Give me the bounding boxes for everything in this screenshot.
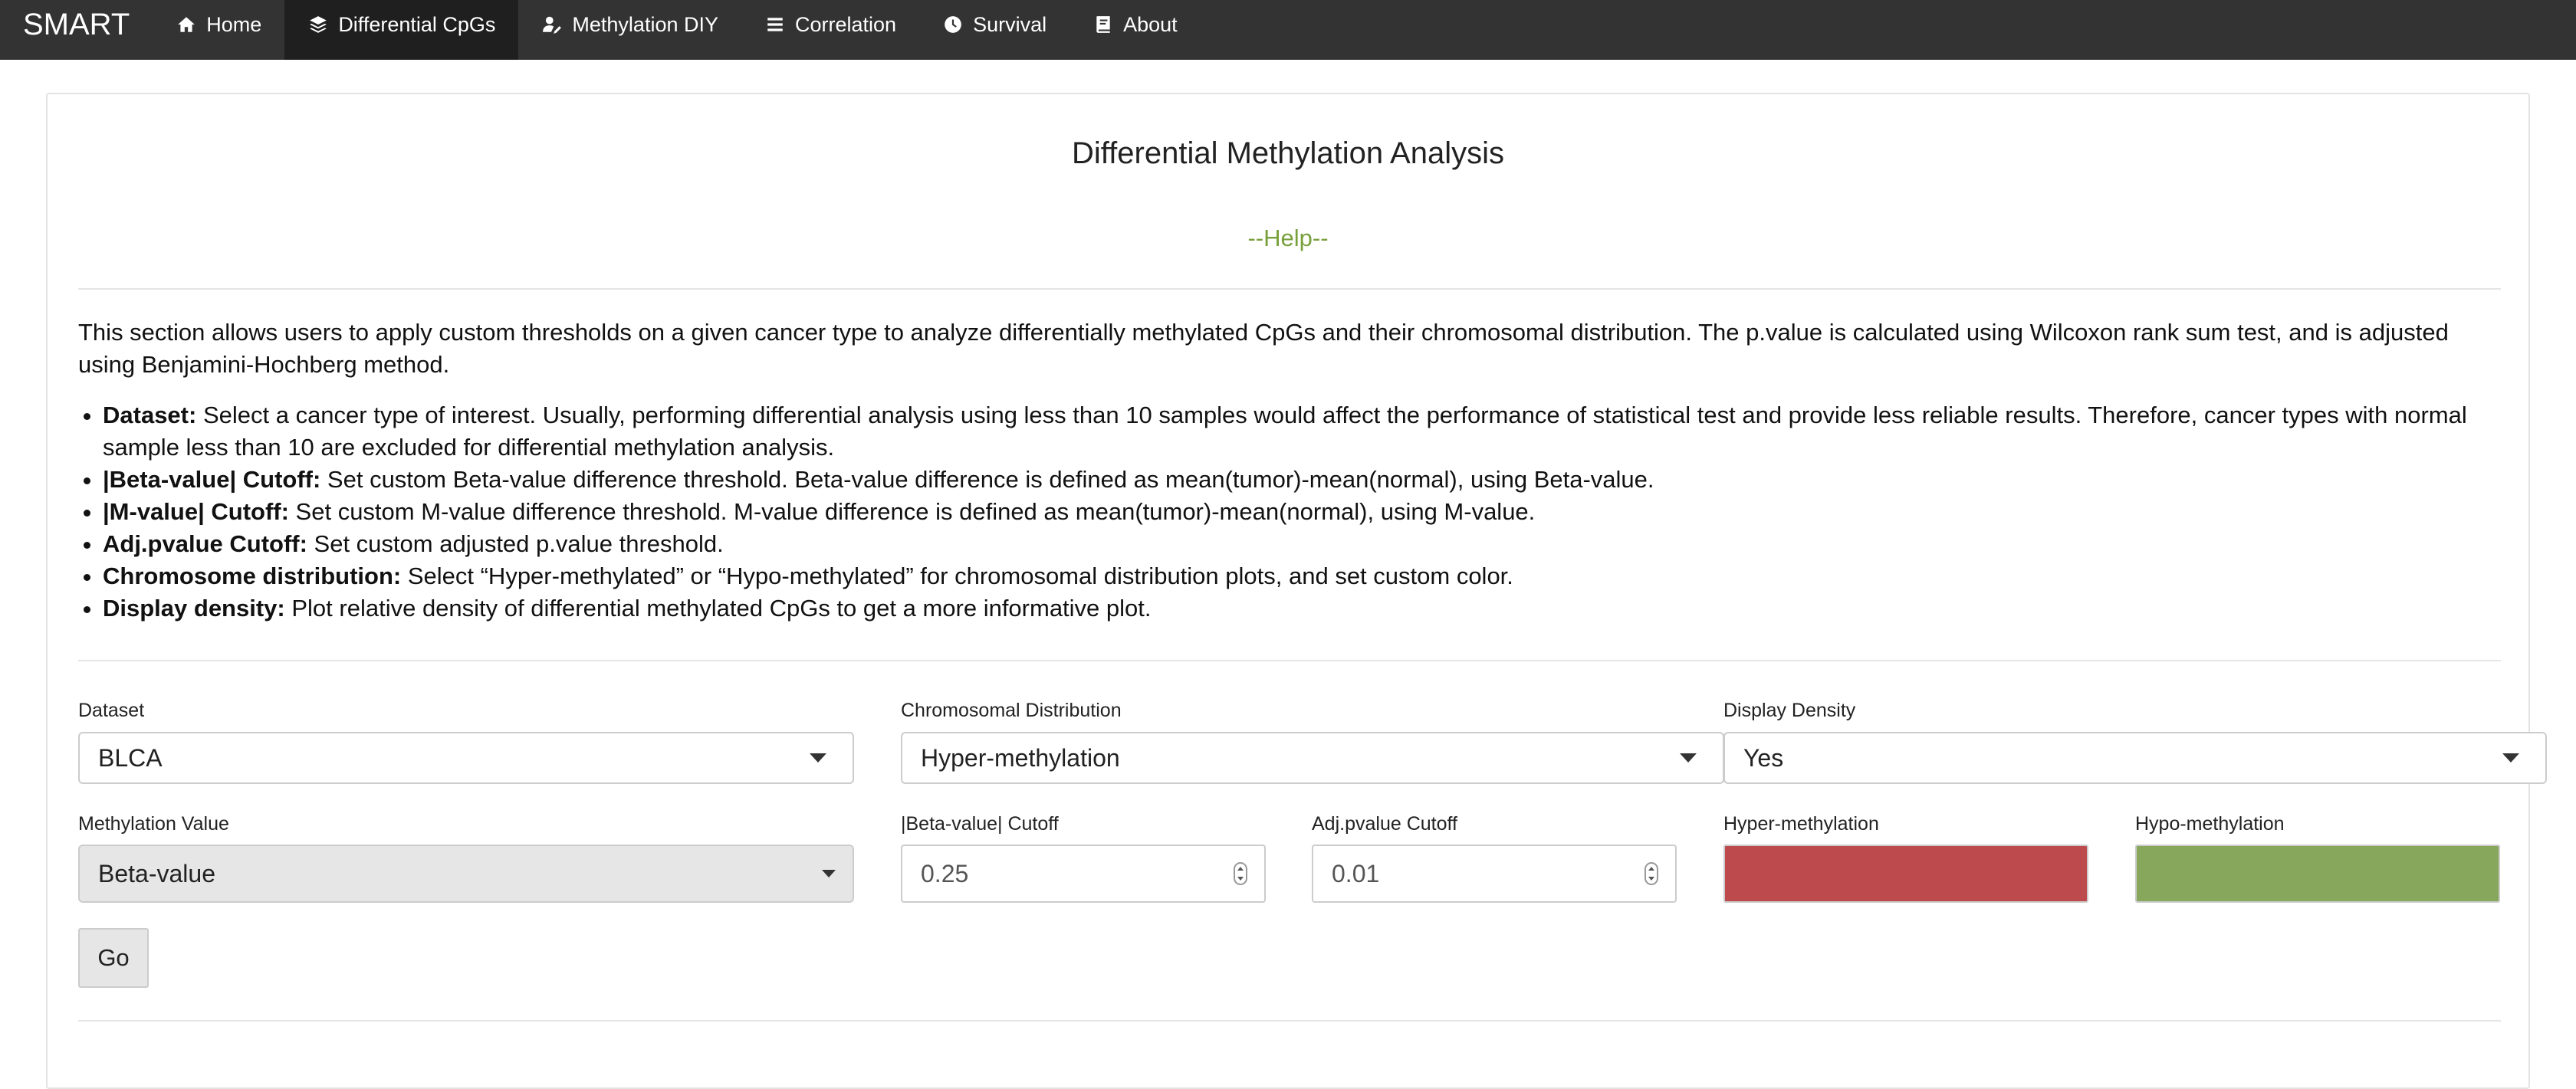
chromosomal-distribution-select[interactable]: Hyper-methylation <box>901 732 1724 784</box>
list-item: Chromosome distribution: Select “Hyper-m… <box>103 560 2501 592</box>
chevron-down-icon <box>810 753 826 763</box>
list-item: |Beta-value| Cutoff: Set custom Beta-val… <box>103 464 2501 496</box>
clock-icon <box>942 14 964 35</box>
nav-item-label: Home <box>206 12 262 36</box>
nav-item-label: About <box>1123 12 1178 36</box>
bullet-term: |M-value| Cutoff: <box>103 498 289 525</box>
divider <box>78 288 2501 290</box>
help-toggle[interactable]: --Help-- <box>48 225 2528 252</box>
list-icon <box>764 14 786 35</box>
beta-cutoff-label: |Beta-value| Cutoff <box>901 813 1059 835</box>
methylation-value-value: Beta-value <box>98 859 215 887</box>
bullet-term: Adj.pvalue Cutoff: <box>103 530 307 557</box>
display-density-label: Display Density <box>1723 700 1856 721</box>
list-item: Dataset: Select a cancer type of interes… <box>103 399 2501 464</box>
nav-item-label: Correlation <box>795 12 897 36</box>
stepper-up-icon[interactable] <box>1648 867 1654 871</box>
bullet-term: Dataset: <box>103 402 197 428</box>
stepper-up-icon[interactable] <box>1237 867 1244 871</box>
methylation-value-select[interactable]: Beta-value <box>78 845 854 903</box>
nav-item-label: Differential CpGs <box>338 12 496 36</box>
number-stepper[interactable] <box>1644 862 1658 885</box>
bullet-text: Set custom Beta-value difference thresho… <box>320 466 1654 493</box>
number-stepper[interactable] <box>1234 862 1247 885</box>
list-item: Adj.pvalue Cutoff: Set custom adjusted p… <box>103 528 2501 560</box>
dataset-value: BLCA <box>98 743 163 772</box>
layers-icon <box>307 14 329 35</box>
adj-pvalue-cutoff-input[interactable]: 0.01 <box>1312 845 1677 903</box>
dataset-select[interactable]: BLCA <box>78 732 854 784</box>
bullet-text: Set custom adjusted p.value threshold. <box>307 530 724 557</box>
bullet-term: |Beta-value| Cutoff: <box>103 466 321 493</box>
nav-item-home[interactable]: Home <box>153 0 284 49</box>
divider <box>78 1020 2501 1022</box>
stepper-down-icon[interactable] <box>1237 877 1244 881</box>
chevron-down-icon <box>1680 753 1697 763</box>
stepper-down-icon[interactable] <box>1648 877 1654 881</box>
chromosomal-distribution-value: Hyper-methylation <box>921 743 1120 772</box>
bullet-term: Chromosome distribution: <box>103 563 402 589</box>
hypo-color-picker[interactable] <box>2135 845 2500 903</box>
user-edit-icon <box>541 14 563 35</box>
chromosomal-distribution-label: Chromosomal Distribution <box>901 700 1122 721</box>
dataset-label: Dataset <box>78 700 145 721</box>
display-density-value: Yes <box>1743 743 1784 772</box>
nav-item-about[interactable]: About <box>1070 0 1201 49</box>
nav-item-label: Methylation DIY <box>572 12 718 36</box>
nav-items: Home Differential CpGs Methylation DIY C… <box>153 0 1200 60</box>
beta-cutoff-value: 0.25 <box>921 859 969 887</box>
list-item: Display density: Plot relative density o… <box>103 592 2501 625</box>
hyper-color-picker[interactable] <box>1723 845 2088 903</box>
nav-item-differential-cpgs[interactable]: Differential CpGs <box>284 0 519 60</box>
list-item: |M-value| Cutoff: Set custom M-value dif… <box>103 496 2501 528</box>
bullet-term: Display density: <box>103 595 285 622</box>
beta-cutoff-input[interactable]: 0.25 <box>901 845 1266 903</box>
go-button[interactable]: Go <box>78 928 149 988</box>
bullet-text: Plot relative density of differential me… <box>284 595 1152 622</box>
divider <box>78 660 2501 661</box>
bullet-text: Set custom M-value difference threshold.… <box>288 498 1536 525</box>
adj-pvalue-cutoff-value: 0.01 <box>1332 859 1380 887</box>
display-density-select[interactable]: Yes <box>1723 732 2547 784</box>
hyper-color-label: Hyper-methylation <box>1723 813 1879 835</box>
brand-logo[interactable]: SMART <box>0 0 153 49</box>
home-icon <box>176 14 197 35</box>
chevron-down-icon <box>822 870 836 877</box>
bullet-text: Select a cancer type of interest. Usuall… <box>103 402 2467 461</box>
hypo-color-label: Hypo-methylation <box>2135 813 2285 835</box>
adj-pvalue-cutoff-label: Adj.pvalue Cutoff <box>1312 813 1457 835</box>
analysis-panel: Differential Methylation Analysis --Help… <box>46 93 2547 1089</box>
page-title: Differential Methylation Analysis <box>1072 136 1504 170</box>
bullet-text: Select “Hyper-methylated” or “Hypo-methy… <box>401 563 1513 589</box>
intro-text: This section allows users to apply custo… <box>78 319 2449 378</box>
nav-item-survival[interactable]: Survival <box>919 0 1070 49</box>
nav-item-label: Survival <box>973 12 1047 36</box>
nav-item-methylation-diy[interactable]: Methylation DIY <box>518 0 741 49</box>
chevron-down-icon <box>2502 753 2519 763</box>
book-icon <box>1092 14 1114 35</box>
methylation-value-label: Methylation Value <box>78 813 229 835</box>
top-navbar: SMART Home Differential CpGs Methylation… <box>0 0 2576 60</box>
nav-item-correlation[interactable]: Correlation <box>741 0 919 49</box>
help-bullet-list: Dataset: Select a cancer type of interes… <box>78 399 2501 625</box>
